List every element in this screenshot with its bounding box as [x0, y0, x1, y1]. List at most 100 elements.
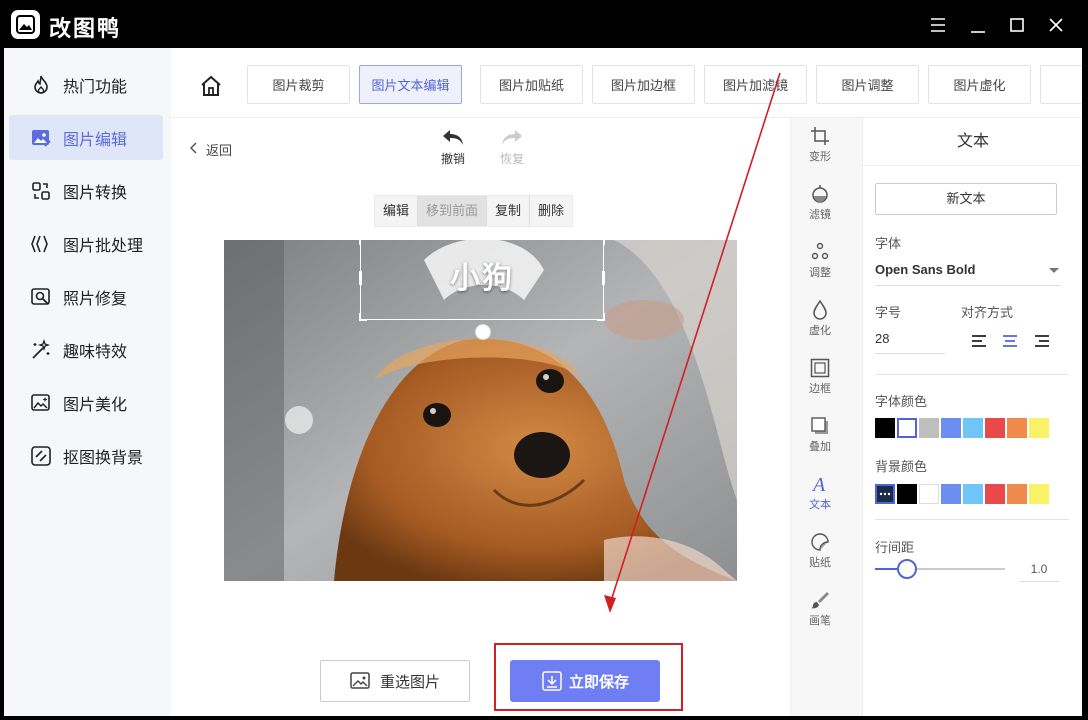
fire-icon [29, 73, 53, 97]
align-label: 对齐方式 [961, 305, 1014, 320]
redo-button[interactable]: 恢复 [492, 128, 532, 167]
reselect-image-button[interactable]: 重选图片 [320, 660, 470, 702]
align-center-icon[interactable] [1002, 334, 1018, 348]
font-color-swatch[interactable] [875, 418, 895, 438]
tool-filter[interactable]: 滤镜 [801, 184, 839, 222]
tab-blur[interactable]: 图片虚化 [928, 65, 1031, 104]
slider-knob[interactable] [897, 559, 917, 579]
dog-photo[interactable]: 小狗 [224, 240, 737, 581]
undo-icon [443, 130, 463, 145]
back-button[interactable]: 返回 [189, 140, 233, 159]
font-color-swatch[interactable] [919, 418, 939, 438]
crop-icon [811, 127, 829, 145]
rotate-handle[interactable] [475, 324, 491, 340]
sidebar-item-photo-repair[interactable]: 照片修复 [9, 274, 163, 319]
bg-color-swatch[interactable] [875, 484, 895, 504]
overlay-text: 小狗 [450, 262, 514, 295]
divider [875, 519, 1069, 520]
font-color-swatch[interactable] [963, 418, 983, 438]
tool-adjust[interactable]: 调整 [801, 242, 839, 280]
tool-label: 贴纸 [809, 557, 831, 569]
brush-icon [811, 592, 829, 609]
cutout-icon [29, 444, 53, 468]
back-label: 返回 [206, 143, 233, 158]
maximize-icon[interactable] [1005, 13, 1029, 37]
tab-sticker[interactable]: 图片加贴纸 [480, 65, 583, 104]
font-color-swatch[interactable] [1007, 418, 1027, 438]
tool-label: 调整 [809, 267, 831, 279]
bg-color-swatch[interactable] [1029, 484, 1049, 504]
save-label: 立即保存 [568, 673, 629, 691]
home-icon[interactable] [199, 74, 223, 98]
line-spacing-value[interactable]: 1.0 [1019, 558, 1059, 582]
bg-color-label: 背景颜色 [875, 459, 928, 474]
bg-color-swatch[interactable] [897, 484, 917, 504]
tool-brush[interactable]: 画笔 [801, 590, 839, 628]
batch-icon [29, 232, 53, 256]
font-select[interactable]: Open Sans Bold [875, 258, 1061, 286]
sidebar: 热门功能 图片编辑 图片转换 图片批处理 照片修复 趣味特效 图片美化 抠图换背… [4, 48, 171, 716]
tab-more[interactable] [1040, 65, 1082, 104]
text-icon: A [811, 474, 826, 494]
redo-label: 恢复 [499, 152, 524, 166]
ctx-copy-button[interactable]: 复制 [487, 196, 531, 226]
tab-text-edit[interactable]: 图片文本编辑 [359, 65, 462, 104]
sidebar-item-label: 抠图换背景 [63, 449, 144, 467]
tool-transform[interactable]: 变形 [801, 126, 839, 164]
tool-label: 画笔 [809, 615, 831, 627]
title-bar: 改图鸭 [4, 3, 1082, 48]
bg-color-swatch[interactable] [919, 484, 939, 504]
line-spacing-slider[interactable] [875, 559, 1005, 579]
text-overlay-box[interactable]: 小狗 [359, 240, 605, 321]
feature-tabs-bar: 图片裁剪 图片文本编辑 图片加贴纸 图片加边框 图片加滤镜 图片调整 图片虚化 [171, 48, 1082, 118]
align-left-icon[interactable] [971, 334, 987, 348]
new-text-button[interactable]: 新文本 [875, 183, 1057, 215]
font-size-input[interactable]: 28 [875, 326, 945, 354]
ctx-delete-button[interactable]: 删除 [530, 196, 572, 226]
font-color-swatch[interactable] [897, 418, 917, 438]
tab-crop[interactable]: 图片裁剪 [247, 65, 350, 104]
resize-handle[interactable] [597, 313, 605, 321]
sidebar-item-cutout[interactable]: 抠图换背景 [9, 433, 163, 478]
menu-icon[interactable] [926, 13, 950, 37]
convert-icon [29, 179, 53, 203]
font-color-swatch[interactable] [985, 418, 1005, 438]
sidebar-item-label: 图片美化 [63, 396, 128, 414]
tool-blur[interactable]: 虚化 [801, 300, 839, 338]
sidebar-item-fun-effects[interactable]: 趣味特效 [9, 327, 163, 372]
font-color-swatch[interactable] [1029, 418, 1049, 438]
sidebar-item-image-edit[interactable]: 图片编辑 [9, 115, 163, 160]
close-icon[interactable] [1044, 13, 1068, 37]
ctx-edit-button[interactable]: 编辑 [375, 196, 419, 226]
bg-color-swatch[interactable] [1007, 484, 1027, 504]
tool-label: 变形 [809, 151, 831, 163]
sidebar-item-image-convert[interactable]: 图片转换 [9, 168, 163, 213]
tool-text[interactable]: A 文本 [801, 474, 839, 512]
tab-adjust[interactable]: 图片调整 [816, 65, 919, 104]
tab-border[interactable]: 图片加边框 [592, 65, 695, 104]
resize-handle[interactable] [597, 240, 605, 245]
sidebar-item-hot-features[interactable]: 热门功能 [9, 62, 163, 107]
sidebar-item-label: 图片编辑 [63, 131, 128, 149]
tool-column: 变形 滤镜 调整 虚化 边框 叠加 A 文本 贴纸 画笔 [790, 118, 862, 716]
bg-color-swatch[interactable] [963, 484, 983, 504]
bg-color-swatch[interactable] [985, 484, 1005, 504]
tool-overlay[interactable]: 叠加 [801, 416, 839, 454]
tool-label: 虚化 [809, 325, 831, 337]
ctx-bring-front-button[interactable]: 移到前面 [418, 196, 488, 226]
app-title: 改图鸭 [49, 16, 122, 41]
tool-border[interactable]: 边框 [801, 358, 839, 396]
align-right-icon[interactable] [1034, 334, 1050, 348]
font-color-swatch[interactable] [941, 418, 961, 438]
sidebar-item-beautify[interactable]: 图片美化 [9, 380, 163, 425]
minimize-icon[interactable] [966, 13, 990, 37]
undo-button[interactable]: 撤销 [433, 128, 473, 167]
save-now-button[interactable]: 立即保存 [510, 660, 660, 702]
adjust-icon [811, 242, 829, 260]
resize-handle[interactable] [359, 313, 367, 321]
bg-color-swatch[interactable] [941, 484, 961, 504]
sidebar-item-batch[interactable]: 图片批处理 [9, 221, 163, 266]
tool-sticker[interactable]: 贴纸 [801, 532, 839, 570]
tab-filter[interactable]: 图片加滤镜 [704, 65, 807, 104]
resize-handle[interactable] [359, 240, 367, 245]
